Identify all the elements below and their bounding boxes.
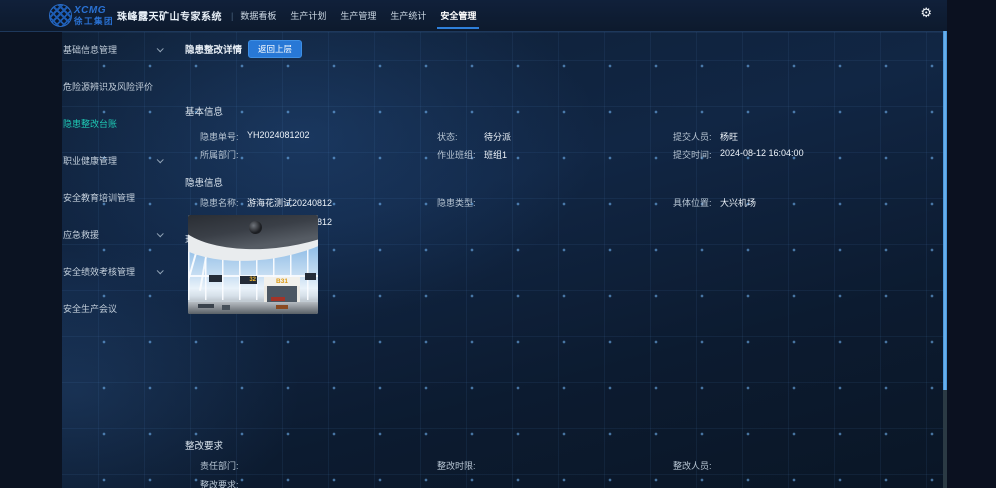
photo-gate-doorway: [264, 286, 300, 303]
system-title: 珠峰露天矿山专家系统: [117, 8, 222, 23]
right-empty-area: [947, 0, 996, 488]
field-submit-time: 提交时间: 2024-08-12 16:04:00: [673, 148, 945, 161]
sidebar-item-safety-performance[interactable]: 安全绩效考核管理: [63, 253, 162, 290]
top-header-bar: XCMG 徐工集团 珠峰露天矿山专家系统 | 数据看板 生产计划 生产管理 生产…: [0, 0, 947, 32]
photo-floor: [188, 302, 318, 314]
nav-tab-dashboard[interactable]: 数据看板: [240, 0, 276, 31]
photo-display-screen: [305, 273, 316, 280]
chevron-down-icon: [157, 267, 164, 274]
field-location: 具体位置: 大兴机场: [673, 196, 945, 209]
chevron-down-icon: [157, 45, 164, 52]
header-divider: |: [231, 11, 233, 21]
brand-name-cn: 徐工集团: [74, 17, 114, 26]
left-dark-rail: [0, 32, 62, 488]
sidebar-item-basic-info-mgmt[interactable]: 基础信息管理: [63, 31, 162, 68]
detail-page: 隐患整改详情 返回上层 基本信息 隐患单号: YH2024081202 状态: …: [170, 32, 945, 488]
page-header: 隐患整改详情 返回上层: [185, 40, 302, 58]
sidebar-menu: 基础信息管理 危险源辨识及风险评价 隐患整改台账 职业健康管理 安全教育培训管理…: [63, 31, 162, 327]
scene-photo-thumbnail[interactable]: 32 B31: [188, 215, 318, 314]
photo-gate-sign-32: 32: [240, 276, 257, 284]
page-title: 隐患整改详情: [185, 42, 242, 56]
nav-tab-production-mgmt[interactable]: 生产管理: [340, 0, 376, 31]
field-rectify-person: 整改人员:: [673, 459, 945, 472]
photo-display-screen: [209, 275, 222, 282]
nav-tab-production-plan[interactable]: 生产计划: [290, 0, 326, 31]
sidebar-item-safety-education[interactable]: 安全教育培训管理: [63, 179, 162, 216]
sidebar-item-emergency-rescue[interactable]: 应急救援: [63, 216, 162, 253]
section-title-hazard-info: 隐患信息: [185, 175, 223, 189]
field-submitter: 提交人员: 杨旺: [673, 130, 945, 143]
app-window: XCMG 徐工集团 珠峰露天矿山专家系统 | 数据看板 生产计划 生产管理 生产…: [0, 0, 947, 488]
basic-info-row: 隐患单号: YH2024081202 状态: 待分派 提交人员: 杨旺: [200, 130, 945, 143]
xcmg-emblem-icon: [49, 4, 72, 27]
section-title-rectify-requirement: 整改要求: [185, 438, 223, 452]
rectify-row: 整改要求:: [200, 478, 945, 488]
top-nav: 数据看板 生产计划 生产管理 生产统计 安全管理: [240, 0, 476, 31]
hazard-info-row: 隐患名称: 游海花测试20240812 隐患类型: 具体位置: 大兴机场: [200, 196, 945, 209]
rectify-row: 责任部门: 整改时限: 整改人员:: [200, 459, 945, 472]
field-hazard-no: 隐患单号: YH2024081202: [200, 130, 437, 143]
brand-name-en: XCMG: [74, 6, 114, 16]
nav-tab-safety-mgmt[interactable]: 安全管理: [440, 0, 476, 31]
basic-info-row: 所属部门: 作业班组: 班组1 提交时间: 2024-08-12 16:04:0…: [200, 148, 945, 161]
photo-gate-sign-b31: B31: [264, 277, 300, 286]
field-rectify-requirement: 整改要求:: [200, 478, 437, 488]
back-to-parent-button[interactable]: 返回上层: [248, 40, 302, 58]
gear-icon[interactable]: ⚙: [920, 6, 932, 19]
photo-furniture: [276, 305, 288, 309]
photo-furniture: [222, 305, 230, 310]
section-title-basic-info: 基本信息: [185, 104, 223, 118]
field-hazard-name: 隐患名称: 游海花测试20240812: [200, 196, 437, 209]
sidebar-item-risk-identification[interactable]: 危险源辨识及风险评价: [63, 68, 162, 105]
field-rectify-deadline: 整改时限:: [437, 459, 673, 472]
sidebar-item-safety-meeting[interactable]: 安全生产会议: [63, 290, 162, 327]
field-responsible-dept: 责任部门:: [200, 459, 437, 472]
field-hazard-type: 隐患类型:: [437, 196, 673, 209]
photo-dome-camera: [249, 221, 262, 234]
status-value: 待分派: [484, 130, 511, 143]
chevron-down-icon: [157, 230, 164, 237]
field-status: 状态: 待分派: [437, 130, 673, 143]
sidebar-item-occupational-health[interactable]: 职业健康管理: [63, 142, 162, 179]
app-screenshot: XCMG 徐工集团 珠峰露天矿山专家系统 | 数据看板 生产计划 生产管理 生产…: [0, 0, 996, 488]
nav-tab-production-stats[interactable]: 生产统计: [390, 0, 426, 31]
chevron-down-icon: [157, 156, 164, 163]
field-work-team: 作业班组: 班组1: [437, 148, 673, 161]
field-department: 所属部门:: [200, 148, 437, 161]
photo-furniture: [198, 304, 214, 308]
sidebar-item-hazard-rectification-ledger[interactable]: 隐患整改台账: [63, 105, 162, 142]
brand-logo: XCMG 徐工集团: [49, 4, 114, 27]
